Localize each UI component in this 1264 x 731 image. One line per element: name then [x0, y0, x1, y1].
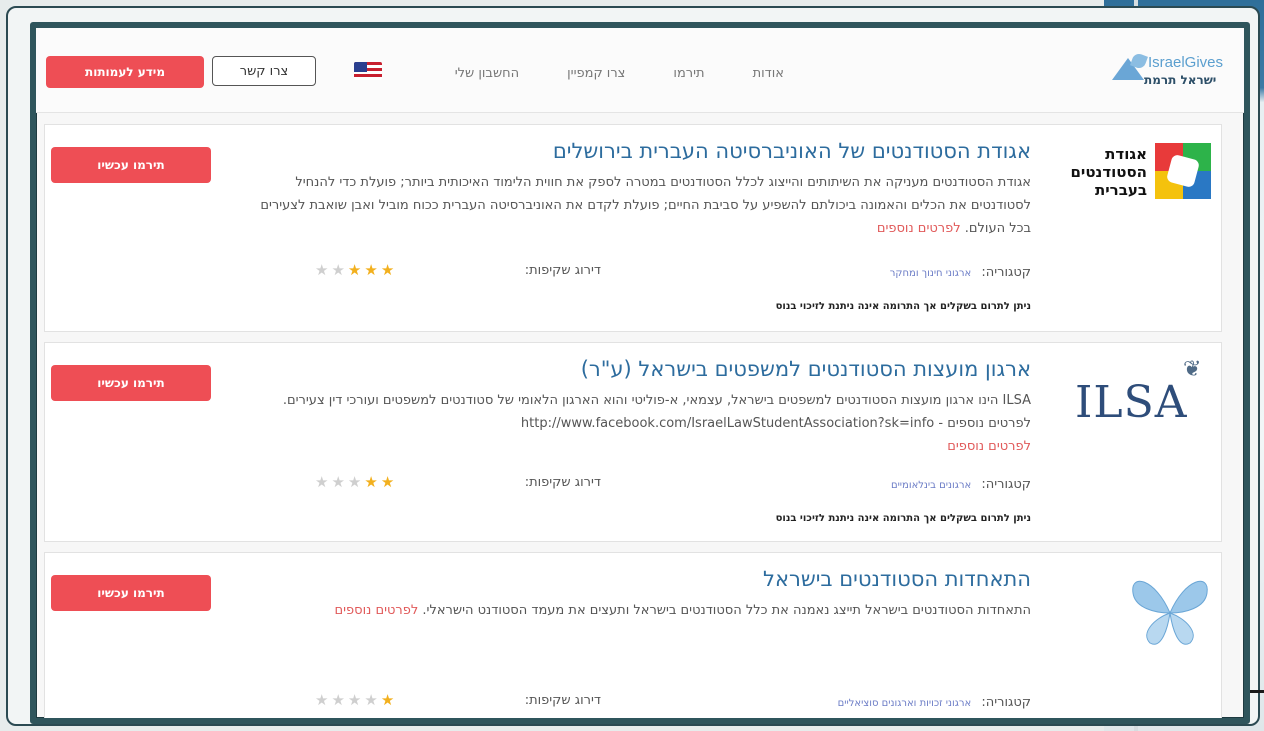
transparency-rating-label: דירוג שקיפות: [524, 475, 601, 490]
org-title[interactable]: ארגון מועצות הסטודנטים למשפטים בישראל (ע… [581, 357, 1031, 381]
nav-link-donate[interactable]: תירמו [673, 66, 704, 81]
nav-links: אודות תירמו צרו קמפיין החשבון שלי [407, 66, 784, 81]
category-label: קטגוריה: [981, 265, 1031, 280]
star-icon: ★ [380, 691, 398, 709]
agudat-mark-icon [1155, 143, 1211, 199]
donate-now-button[interactable]: תירמו עכשיו [51, 575, 211, 611]
transparency-rating-label: דירוג שקיפות: [524, 693, 601, 708]
more-details-link[interactable]: לפרטים נוספים [877, 221, 961, 236]
browser-viewport: IsraelGives ישראל תרמת אודות תירמו צרו ק… [30, 22, 1250, 724]
org-title[interactable]: התאחדות הסטודנטים בישראל [763, 567, 1031, 591]
more-details-link[interactable]: לפרטים נוספים [334, 603, 418, 618]
category-row: קטגוריה: ארגונים בינלאומיים [891, 477, 1031, 492]
category-label: קטגוריה: [981, 477, 1031, 492]
logo-text-en: IsraelGives [1148, 54, 1224, 71]
category-row: קטגוריה: ארגוני זכויות וארגונים סוציאליי… [838, 695, 1031, 710]
tax-note: ניתן לתרום בשקלים אך התרומה אינה ניתנת ל… [775, 301, 1031, 312]
category-row: קטגוריה: ארגוני חינוך ומחקר [890, 265, 1031, 280]
category-label: קטגוריה: [981, 695, 1031, 710]
org-card: התאחדות הסטודנטים בישראל התאחדות הסטודנט… [44, 552, 1222, 718]
org-logo[interactable]: אגודת הסטודנטים בעברית [1065, 139, 1215, 219]
rating-stars: ★★★★★ [315, 261, 397, 279]
org-description: התאחדות הסטודנטים בישראל תייצג נאמנה את … [251, 599, 1031, 622]
star-icon: ★ [331, 261, 348, 279]
more-details-link[interactable]: לפרטים נוספים [947, 439, 1031, 454]
site-logo[interactable]: IsraelGives ישראל תרמת [1108, 52, 1238, 92]
star-icon: ★ [364, 473, 381, 491]
org-logo[interactable] [1065, 567, 1215, 647]
butterfly-icon [1132, 580, 1208, 645]
star-icon: ★ [315, 261, 332, 279]
nav-link-create-campaign[interactable]: צרו קמפיין [567, 66, 625, 81]
nonprofit-info-button[interactable]: מידע לעמותות [46, 56, 204, 88]
star-icon: ★ [380, 261, 398, 279]
contact-button[interactable]: צרו קשר [212, 56, 316, 86]
org-description-text: התאחדות הסטודנטים בישראל תייצג נאמנה את … [422, 603, 1031, 618]
us-flag-icon[interactable] [354, 62, 382, 80]
star-icon: ★ [347, 473, 365, 491]
org-card: ILSA ❦ ארגון מועצות הסטודנטים למשפטים בי… [44, 342, 1222, 542]
org-card: אגודת הסטודנטים בעברית אגודת הסטודנטים ש… [44, 124, 1222, 332]
tax-note: ניתן לתרום בשקלים אך התרומה אינה ניתנת ל… [775, 513, 1031, 524]
org-logo-text: ILSA [1075, 377, 1188, 428]
star-icon: ★ [331, 473, 348, 491]
star-icon: ★ [331, 691, 348, 709]
transparency-rating-label: דירוג שקיפות: [524, 263, 601, 278]
donate-now-button[interactable]: תירמו עכשיו [51, 147, 211, 183]
nav-link-my-account[interactable]: החשבון שלי [455, 66, 519, 81]
org-title[interactable]: אגודת הסטודנטים של האוניברסיטה העברית בי… [553, 139, 1031, 163]
org-logo-text: אגודת הסטודנטים בעברית [1070, 145, 1147, 199]
rating-stars: ★★★★★ [315, 473, 397, 491]
rating-stars: ★★★★★ [315, 691, 397, 709]
star-icon: ★ [364, 691, 381, 709]
org-description-text: ILSA הינו ארגון מועצות הסטודנטים למשפטים… [282, 393, 1031, 431]
org-logo[interactable]: ILSA ❦ [1065, 357, 1215, 437]
star-icon: ★ [315, 473, 332, 491]
org-description: אגודת הסטודנטים מעניקה את השיתותים והייצ… [251, 171, 1031, 240]
top-navigation: IsraelGives ישראל תרמת אודות תירמו צרו ק… [36, 28, 1244, 113]
org-description: ILSA הינו ארגון מועצות הסטודנטים למשפטים… [251, 389, 1031, 458]
category-link[interactable]: ארגוני חינוך ומחקר [890, 268, 971, 279]
olive-branch-icon: ❦ [1183, 357, 1202, 382]
logo-text-he: ישראל תרמת [1144, 73, 1217, 87]
nav-link-about[interactable]: אודות [753, 66, 784, 81]
star-icon: ★ [364, 261, 381, 279]
star-icon: ★ [315, 691, 332, 709]
star-icon: ★ [347, 691, 365, 709]
star-icon: ★ [380, 473, 398, 491]
category-link[interactable]: ארגונים בינלאומיים [891, 480, 971, 491]
category-link[interactable]: ארגוני זכויות וארגונים סוציאליים [838, 698, 972, 709]
donate-now-button[interactable]: תירמו עכשיו [51, 365, 211, 401]
star-icon: ★ [347, 261, 365, 279]
